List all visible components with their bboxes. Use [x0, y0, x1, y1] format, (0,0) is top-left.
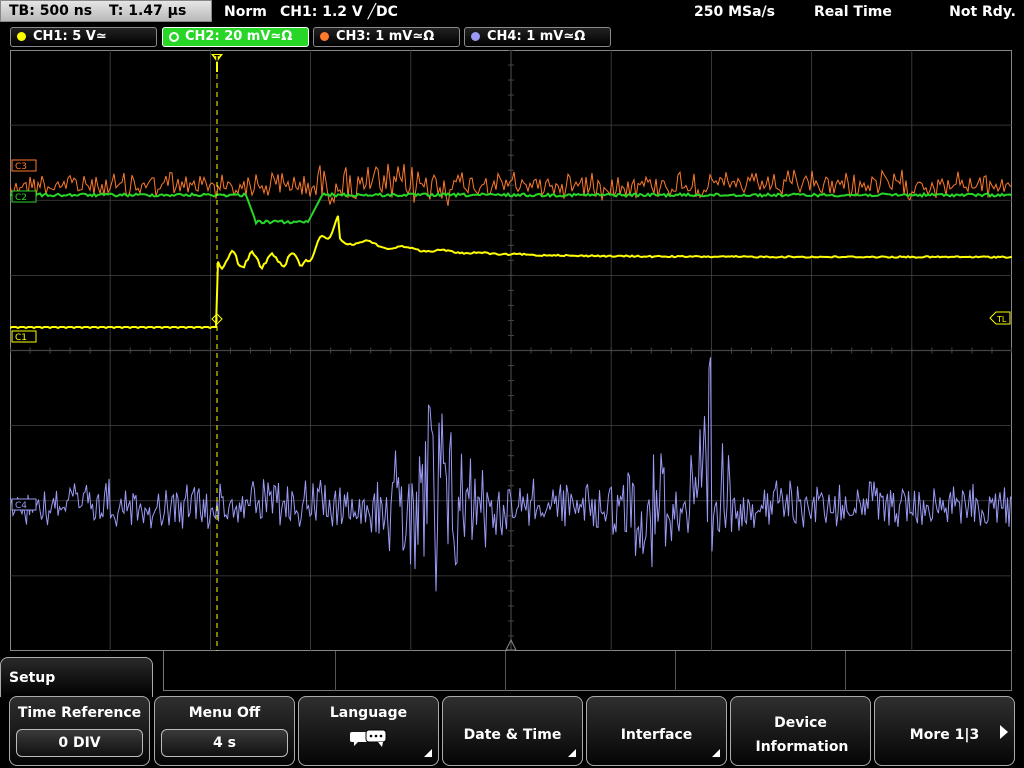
trigger-level-marker[interactable]: TL: [989, 311, 1011, 325]
channel-2-tab[interactable]: CH2: 20 mV≃Ω: [162, 27, 309, 47]
more-button[interactable]: More 1|3: [874, 696, 1015, 766]
language-button[interactable]: Language: [298, 696, 439, 766]
channel-3-label: CH3: 1 mV≃Ω: [336, 29, 435, 44]
menu-off-value: 4 s: [161, 729, 288, 757]
acquisition-mode: Real Time: [814, 4, 892, 20]
channel-4-label: CH4: 1 mV≃Ω: [487, 29, 586, 44]
trigger-mode[interactable]: Norm: [224, 2, 267, 22]
timebase-box[interactable]: TB: 500 ns T: 1.47 µs: [0, 0, 212, 22]
time-reference-button[interactable]: Time Reference 0 DIV: [9, 696, 150, 766]
more-label: More 1|3: [909, 727, 980, 743]
scale-tick: [505, 651, 506, 691]
channel-3-color-dot: [320, 32, 329, 41]
time-reference-value: 0 DIV: [16, 729, 143, 757]
status-bar: TB: 500 ns T: 1.47 µs Norm CH1: 1.2 V ╱D…: [0, 0, 1024, 24]
channel-4-tab[interactable]: CH4: 1 mV≃Ω: [464, 27, 611, 47]
language-label: Language: [329, 705, 408, 721]
menu-off-button[interactable]: Menu Off 4 s: [154, 696, 295, 766]
menu-off-label: Menu Off: [188, 705, 261, 721]
ch1-ground-marker[interactable]: C1: [11, 330, 37, 343]
interface-label: Interface: [620, 727, 693, 743]
graticule: [10, 50, 1012, 651]
channel-4-color-dot: [471, 32, 480, 41]
ch2-ground-marker[interactable]: C2: [11, 190, 37, 203]
channel-1-label: CH1: 5 V≃: [33, 29, 107, 44]
trigger-position-label: T: [214, 54, 220, 63]
interface-button[interactable]: Interface: [586, 696, 727, 766]
trigger-time-readout: T: 1.47 µs: [108, 3, 187, 19]
channel-3-tab[interactable]: CH3: 1 mV≃Ω: [313, 27, 460, 47]
date-time-button[interactable]: Date & Time: [442, 696, 583, 766]
submenu-indicator-icon: [424, 749, 432, 757]
channel-1-color-dot: [17, 32, 26, 41]
submenu-indicator-icon: [712, 749, 720, 757]
svg-text:C1: C1: [15, 333, 27, 343]
time-scale-bar: [163, 651, 1012, 691]
channel-2-label: CH2: 20 mV≃Ω: [185, 29, 293, 44]
scale-tick: [845, 651, 846, 691]
svg-text:TL: TL: [996, 315, 1007, 324]
scale-tick: [675, 651, 676, 691]
ch3-ground-marker[interactable]: C3: [11, 159, 37, 172]
ch4-ground-marker[interactable]: C4: [11, 498, 37, 511]
trigger-position-marker[interactable]: T: [211, 54, 223, 72]
timebase-readout: TB: 500 ns: [9, 3, 93, 19]
speech-bubbles-icon: [350, 729, 387, 747]
date-time-label: Date & Time: [463, 727, 562, 743]
channel-1-tab[interactable]: CH1: 5 V≃: [10, 27, 157, 47]
next-page-icon: [1000, 725, 1008, 739]
channel-2-color-dot: [169, 32, 179, 42]
sample-rate: 250 MSa/s: [694, 4, 776, 20]
time-reference-label: Time Reference: [17, 705, 142, 721]
svg-text:C2: C2: [15, 193, 27, 203]
svg-text:C3: C3: [15, 162, 27, 172]
trigger-info[interactable]: CH1: 1.2 V ╱DC: [280, 2, 398, 22]
device-information-label: Device Information: [755, 715, 849, 755]
waveform-canvas[interactable]: T C3 C2 C1 C4 TL: [10, 50, 1012, 651]
menu-title: Setup: [0, 657, 153, 697]
submenu-indicator-icon: [568, 749, 576, 757]
scale-tick: [335, 651, 336, 691]
svg-text:C4: C4: [15, 501, 27, 511]
device-information-button[interactable]: Device Information: [730, 696, 871, 766]
acquisition-status: Not Rdy.: [949, 4, 1016, 20]
